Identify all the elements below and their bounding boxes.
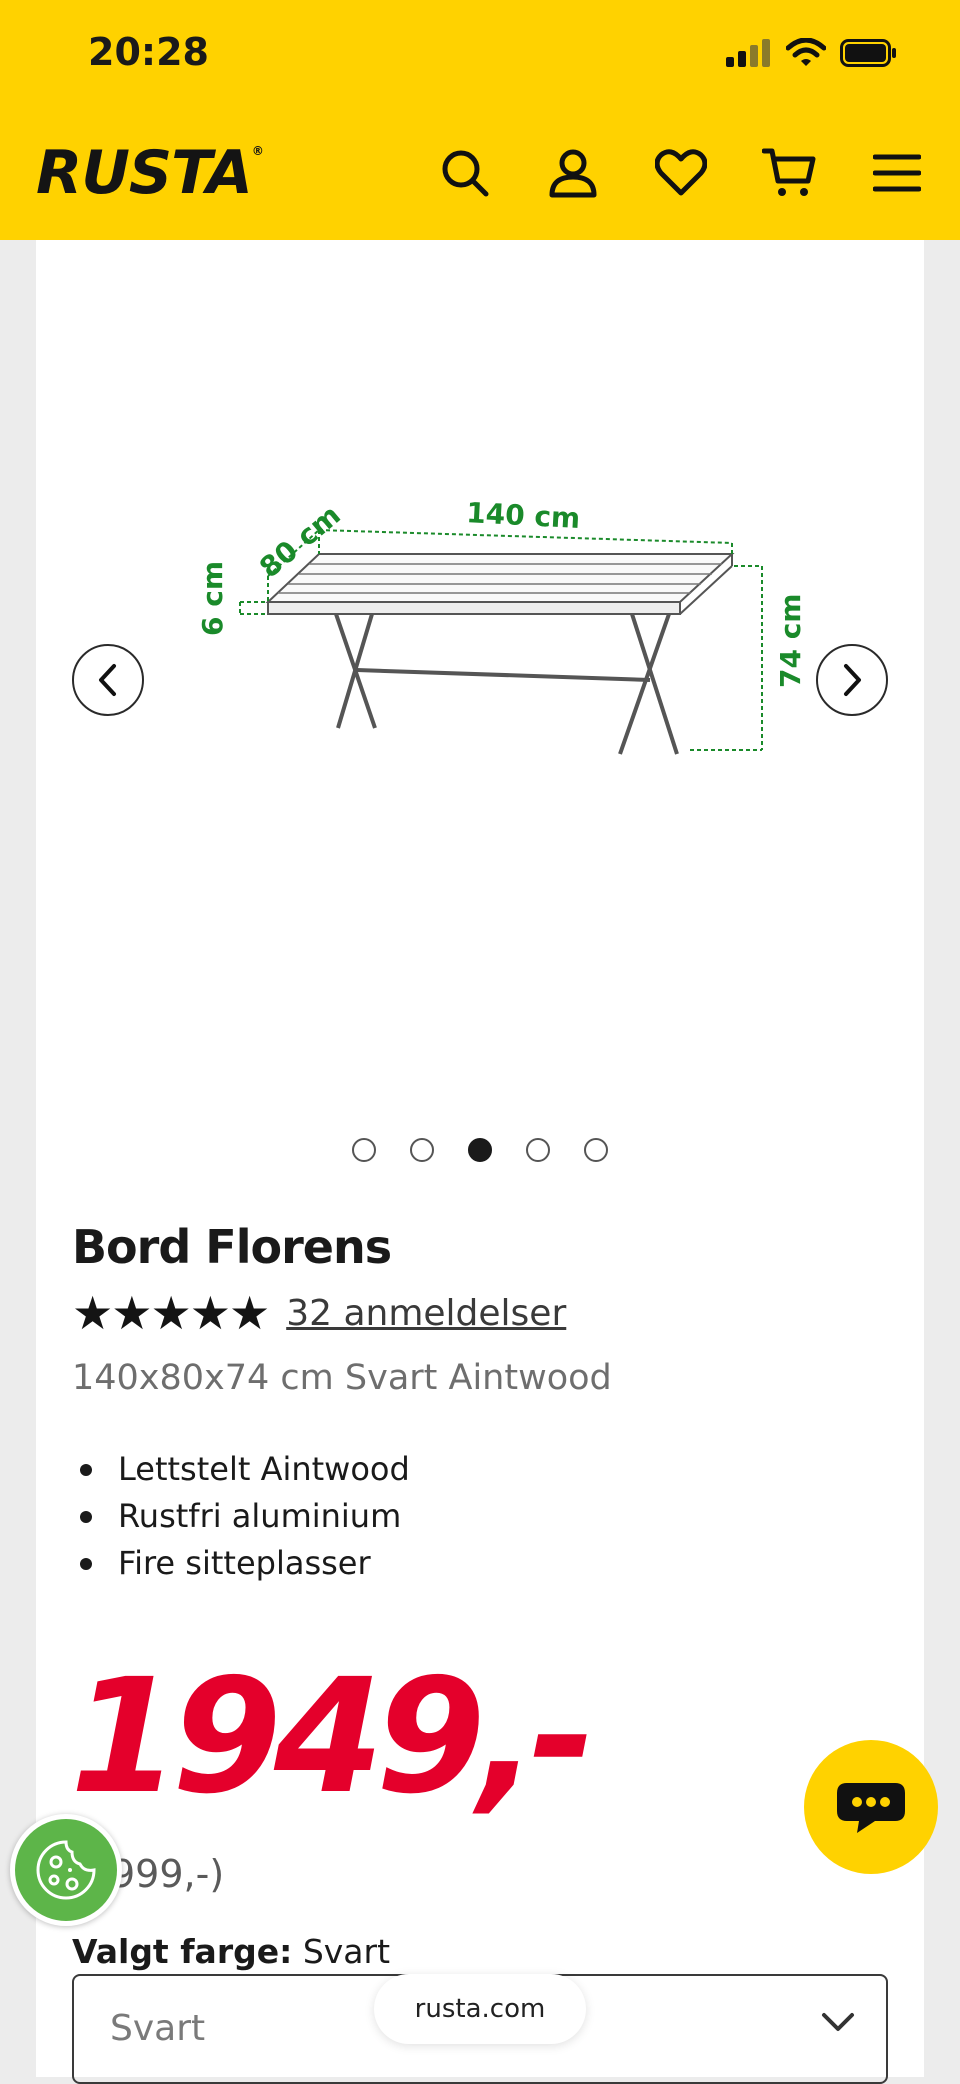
product-card: 140 cm 80 cm 74 cm 6 cm Bord Florens ★★★… xyxy=(36,240,924,2084)
wifi-icon xyxy=(786,38,826,66)
color-select-value: Svart xyxy=(110,2008,206,2049)
site-header: 20:28 RUSTA® xyxy=(0,0,960,240)
cookie-settings-button[interactable] xyxy=(10,1814,122,1926)
gallery-prev-button[interactable] xyxy=(72,644,144,716)
feature-item: Fire sitteplasser xyxy=(72,1540,410,1587)
cellular-signal-icon xyxy=(726,39,770,67)
gallery-pagination xyxy=(36,1138,924,1162)
chat-bubble-icon xyxy=(837,1783,905,1833)
chevron-down-icon xyxy=(822,2013,854,2031)
status-time: 20:28 xyxy=(88,30,209,74)
gallery-dot[interactable] xyxy=(526,1138,550,1162)
rating-stars: ★★★★★ xyxy=(72,1286,270,1340)
gallery-dot[interactable] xyxy=(410,1138,434,1162)
header-nav xyxy=(438,146,924,200)
browser-url-bar[interactable]: rusta.com xyxy=(374,1974,586,2044)
chevron-left-icon xyxy=(99,664,116,696)
product-image-dimensions[interactable]: 140 cm 80 cm 74 cm 6 cm xyxy=(72,420,888,940)
menu-icon[interactable] xyxy=(870,146,924,200)
thickness-dimension-label: 6 cm xyxy=(196,561,229,636)
chevron-right-icon xyxy=(844,664,861,696)
product-title: Bord Florens xyxy=(72,1220,392,1274)
wishlist-heart-icon[interactable] xyxy=(654,146,708,200)
gallery-dot[interactable] xyxy=(352,1138,376,1162)
height-dimension-label: 74 cm xyxy=(774,594,807,689)
product-price: 1949,- xyxy=(70,1658,595,1816)
feature-item: Rustfri aluminium xyxy=(72,1493,410,1540)
rusta-logo[interactable]: RUSTA® xyxy=(36,138,264,208)
product-subtitle: 140x80x74 cm Svart Aintwood xyxy=(72,1358,612,1398)
account-icon[interactable] xyxy=(546,146,600,200)
reviews-link[interactable]: 32 anmeldelser xyxy=(286,1293,566,1334)
status-icons xyxy=(726,38,898,68)
price-amount: 1949 xyxy=(70,1645,486,1829)
chat-button[interactable] xyxy=(804,1740,938,1874)
price-suffix: ,- xyxy=(477,1645,596,1829)
product-rating: ★★★★★ 32 anmeldelser xyxy=(72,1290,566,1336)
cart-icon[interactable] xyxy=(762,146,816,200)
selected-color-label: Valgt farge: Svart xyxy=(72,1932,391,1971)
search-icon[interactable] xyxy=(438,146,492,200)
feature-item: Lettstelt Aintwood xyxy=(72,1446,410,1493)
gallery-dot[interactable] xyxy=(468,1138,492,1162)
gallery-next-button[interactable] xyxy=(816,644,888,716)
product-features: Lettstelt Aintwood Rustfri aluminium Fir… xyxy=(72,1446,410,1587)
width-dimension-label: 140 cm xyxy=(465,496,581,535)
battery-icon xyxy=(840,39,896,67)
gallery-dot[interactable] xyxy=(584,1138,608,1162)
product-gallery: 140 cm 80 cm 74 cm 6 cm xyxy=(36,240,924,1162)
cookie-icon xyxy=(36,1840,96,1900)
selected-color-value: Svart xyxy=(302,1932,391,1971)
